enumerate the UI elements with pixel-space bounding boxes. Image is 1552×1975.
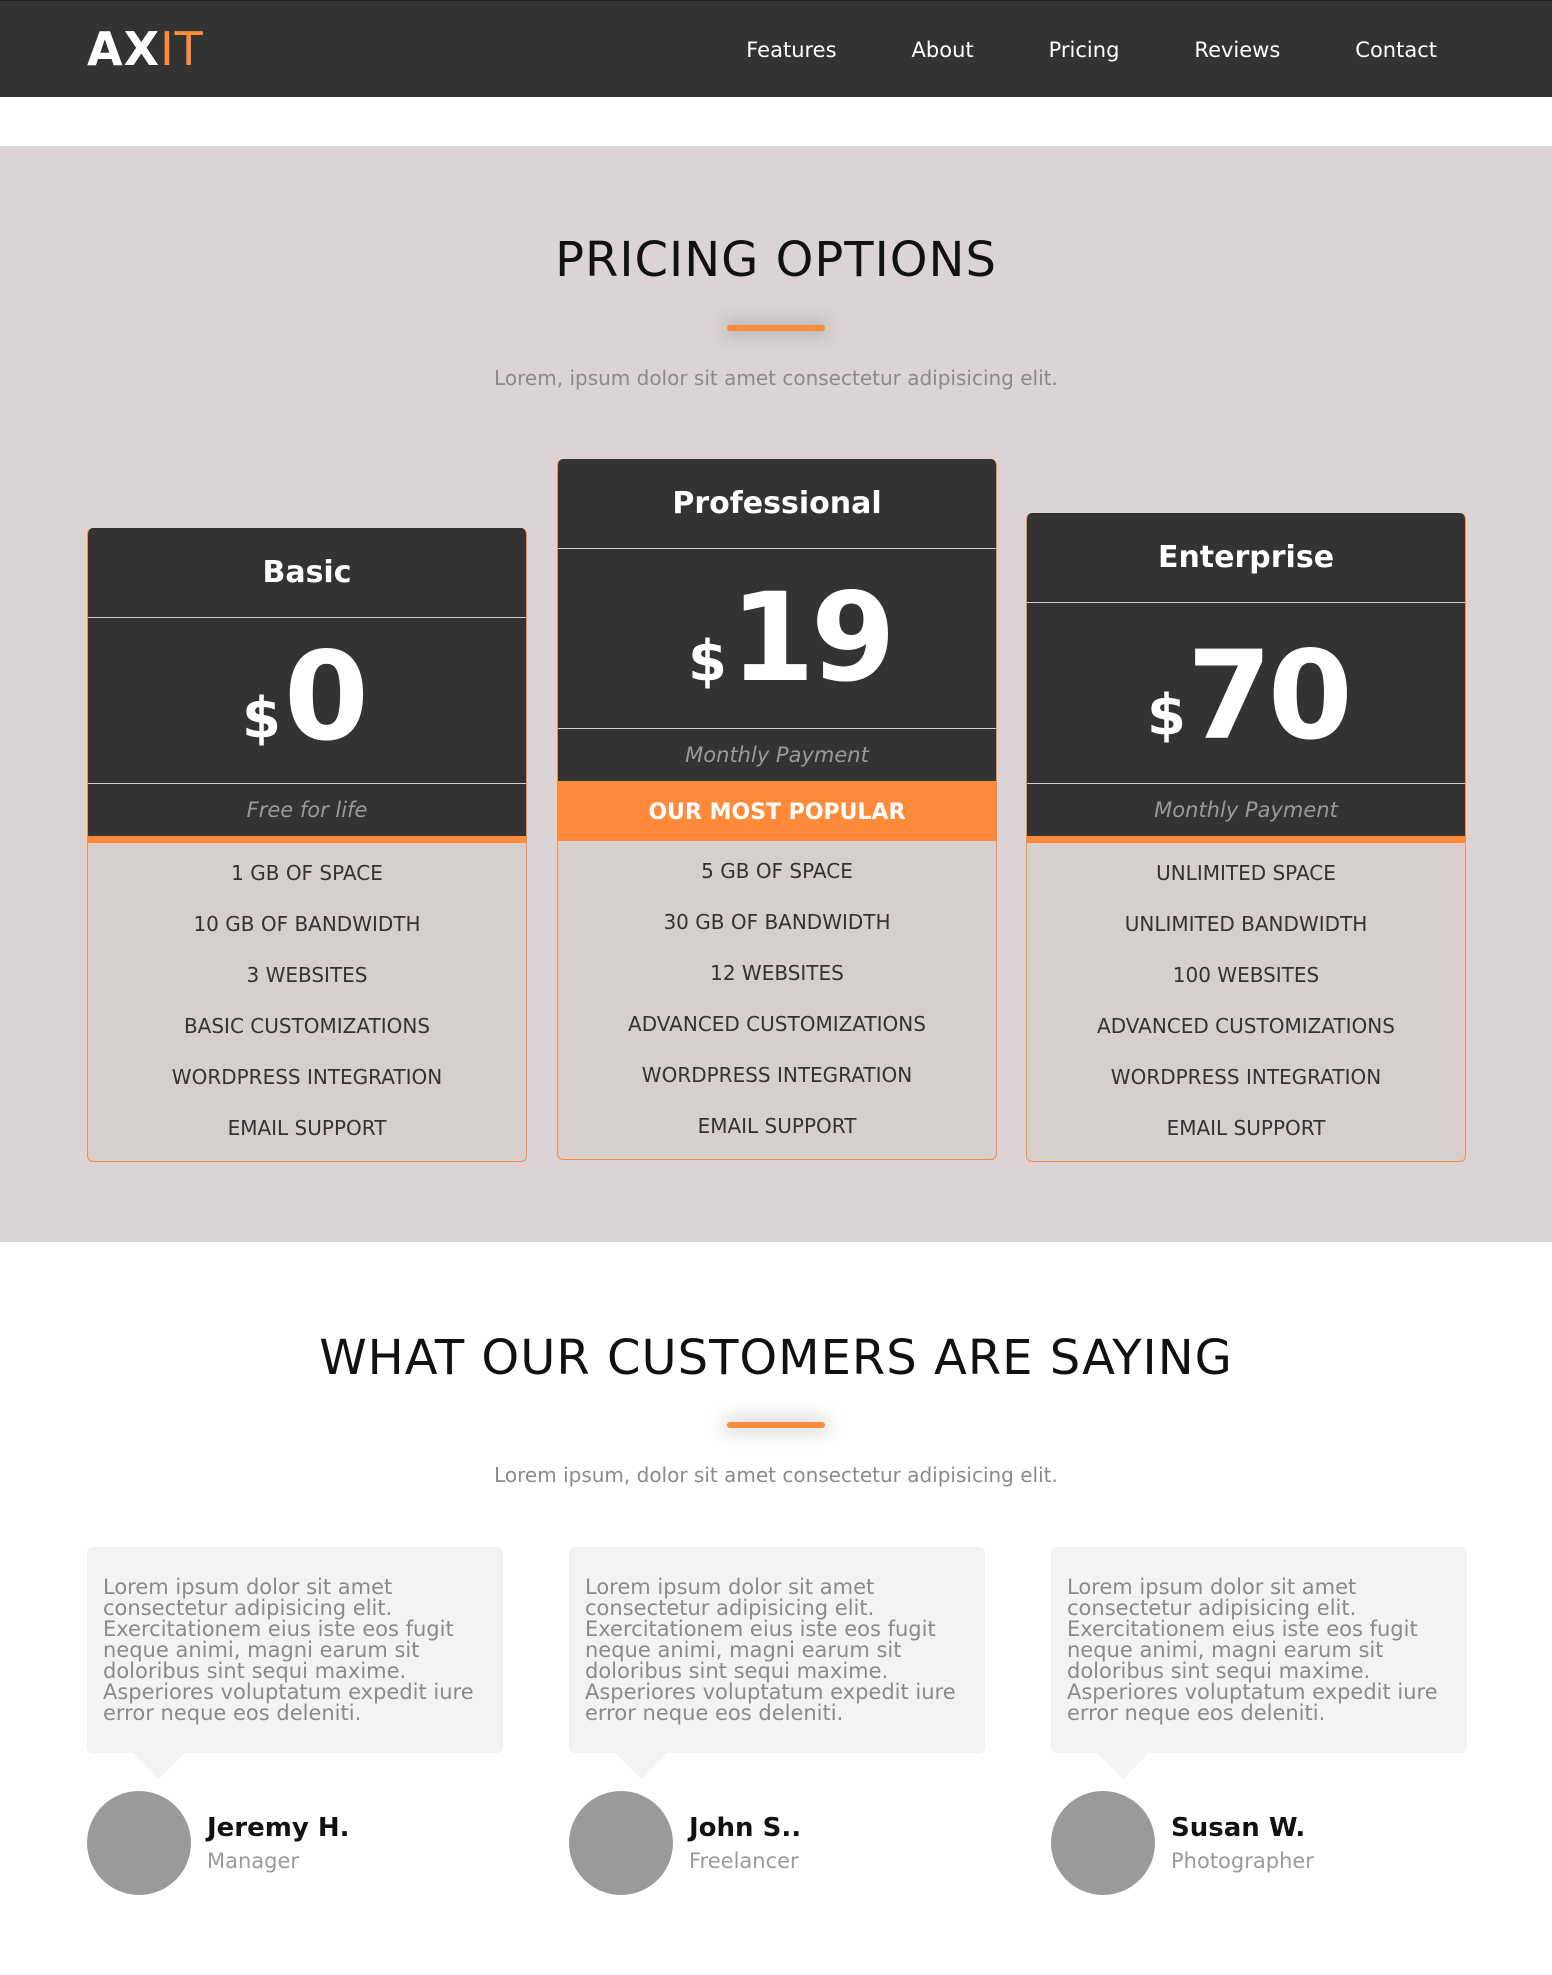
plan-feature: 30 GB OF BANDWIDTH [663, 910, 891, 934]
plan-price: $ 0 [88, 618, 526, 784]
plan-feature: WORDPRESS INTEGRATION [1110, 1065, 1382, 1089]
plan-amount: 70 [1187, 625, 1353, 767]
testimonial-card: Lorem ipsum dolor sit amet consectetur a… [1051, 1547, 1467, 1895]
plan-feature: BASIC CUSTOMIZATIONS [183, 1014, 431, 1038]
plan-feature: 5 GB OF SPACE [701, 859, 853, 883]
plan-amount: 19 [730, 567, 896, 709]
plan-feature: 1 GB OF SPACE [231, 861, 383, 885]
plan-feature: WORDPRESS INTEGRATION [641, 1063, 913, 1087]
plan-amount: 0 [284, 626, 369, 768]
author-name: John S.. [689, 1813, 802, 1843]
plan-name: Enterprise [1027, 513, 1465, 603]
plan-features: 1 GB OF SPACE 10 GB OF BANDWIDTH 3 WEBSI… [88, 843, 526, 1161]
plan-feature: 3 WEBSITES [246, 963, 368, 987]
plan-currency: $ [688, 629, 727, 694]
testimonial-quote: Lorem ipsum dolor sit amet consectetur a… [569, 1547, 985, 1779]
testimonial-author: Jeremy H. Manager [87, 1791, 503, 1897]
testimonial-card: Lorem ipsum dolor sit amet consectetur a… [569, 1547, 985, 1895]
navbar: AXIT Features About Pricing Reviews Cont… [0, 0, 1552, 97]
plan-feature: 12 WEBSITES [710, 961, 844, 985]
plan-feature: 10 GB OF BANDWIDTH [193, 912, 421, 936]
avatar [87, 1791, 191, 1895]
author-role: Photographer [1171, 1849, 1314, 1873]
testimonial-author: John S.. Freelancer [569, 1791, 985, 1897]
nav-link-contact[interactable]: Contact [1355, 36, 1437, 64]
plan-currency: $ [242, 686, 281, 751]
plan-feature: UNLIMITED SPACE [1156, 861, 1336, 885]
nav-link-features[interactable]: Features [746, 36, 836, 64]
plan-feature: EMAIL SUPPORT [227, 1116, 387, 1140]
logo-part2: IT [160, 22, 204, 76]
nav-links: Features About Pricing Reviews Contact [671, 36, 1437, 64]
author-role: Freelancer [689, 1849, 799, 1873]
pricing-section: PRICING OPTIONS Lorem, ipsum dolor sit a… [0, 146, 1552, 1242]
plan-feature: EMAIL SUPPORT [697, 1114, 857, 1138]
pricing-title: PRICING OPTIONS [555, 232, 997, 288]
plan-note: Monthly Payment [558, 729, 996, 781]
plan-price: $ 70 [1027, 603, 1465, 784]
plan-note: Free for life [88, 784, 526, 836]
author-name: Jeremy H. [207, 1813, 350, 1843]
plan-feature: ADVANCED CUSTOMIZATIONS [628, 1012, 926, 1036]
plan-feature: 100 WEBSITES [1172, 963, 1320, 987]
plan-accent-bar [1027, 836, 1465, 843]
nav-link-reviews[interactable]: Reviews [1194, 36, 1280, 64]
nav-link-about[interactable]: About [912, 36, 974, 64]
nav-link-pricing[interactable]: Pricing [1049, 36, 1120, 64]
plan-card-basic: Basic $ 0 Free for life 1 GB OF SPACE 10… [87, 528, 527, 1162]
plan-currency: $ [1147, 683, 1186, 748]
testimonial-card: Lorem ipsum dolor sit amet consectetur a… [87, 1547, 503, 1895]
pricing-subtitle: Lorem, ipsum dolor sit amet consectetur … [494, 366, 1058, 390]
testimonials-subtitle: Lorem ipsum, dolor sit amet consectetur … [494, 1463, 1058, 1487]
plan-features: 5 GB OF SPACE 30 GB OF BANDWIDTH 12 WEBS… [558, 841, 996, 1159]
plan-feature: WORDPRESS INTEGRATION [171, 1065, 443, 1089]
plan-feature: UNLIMITED BANDWIDTH [1124, 912, 1368, 936]
testimonial-author: Susan W. Photographer [1051, 1791, 1467, 1897]
logo-part1: AX [87, 22, 161, 76]
testimonial-quote: Lorem ipsum dolor sit amet consectetur a… [87, 1547, 503, 1779]
most-popular-badge: OUR MOST POPULAR [558, 781, 996, 841]
testimonial-quote: Lorem ipsum dolor sit amet consectetur a… [1051, 1547, 1467, 1779]
plan-name: Basic [88, 528, 526, 618]
plan-feature: EMAIL SUPPORT [1166, 1116, 1326, 1140]
pricing-title-underline [727, 325, 825, 331]
plan-price: $ 19 [558, 549, 996, 729]
plan-features: UNLIMITED SPACE UNLIMITED BANDWIDTH 100 … [1027, 843, 1465, 1161]
plan-name: Professional [558, 459, 996, 549]
testimonials-title: WHAT OUR CUSTOMERS ARE SAYING [319, 1330, 1233, 1386]
testimonials-title-underline [727, 1422, 825, 1428]
avatar [569, 1791, 673, 1895]
plan-card-professional: Professional $ 19 Monthly Payment OUR MO… [557, 459, 997, 1160]
avatar [1051, 1791, 1155, 1895]
author-name: Susan W. [1171, 1813, 1306, 1843]
plan-feature: ADVANCED CUSTOMIZATIONS [1097, 1014, 1395, 1038]
plan-card-enterprise: Enterprise $ 70 Monthly Payment UNLIMITE… [1026, 513, 1466, 1162]
author-role: Manager [207, 1849, 300, 1873]
logo[interactable]: AXIT [87, 23, 204, 75]
plan-accent-bar [88, 836, 526, 843]
plan-note: Monthly Payment [1027, 784, 1465, 836]
